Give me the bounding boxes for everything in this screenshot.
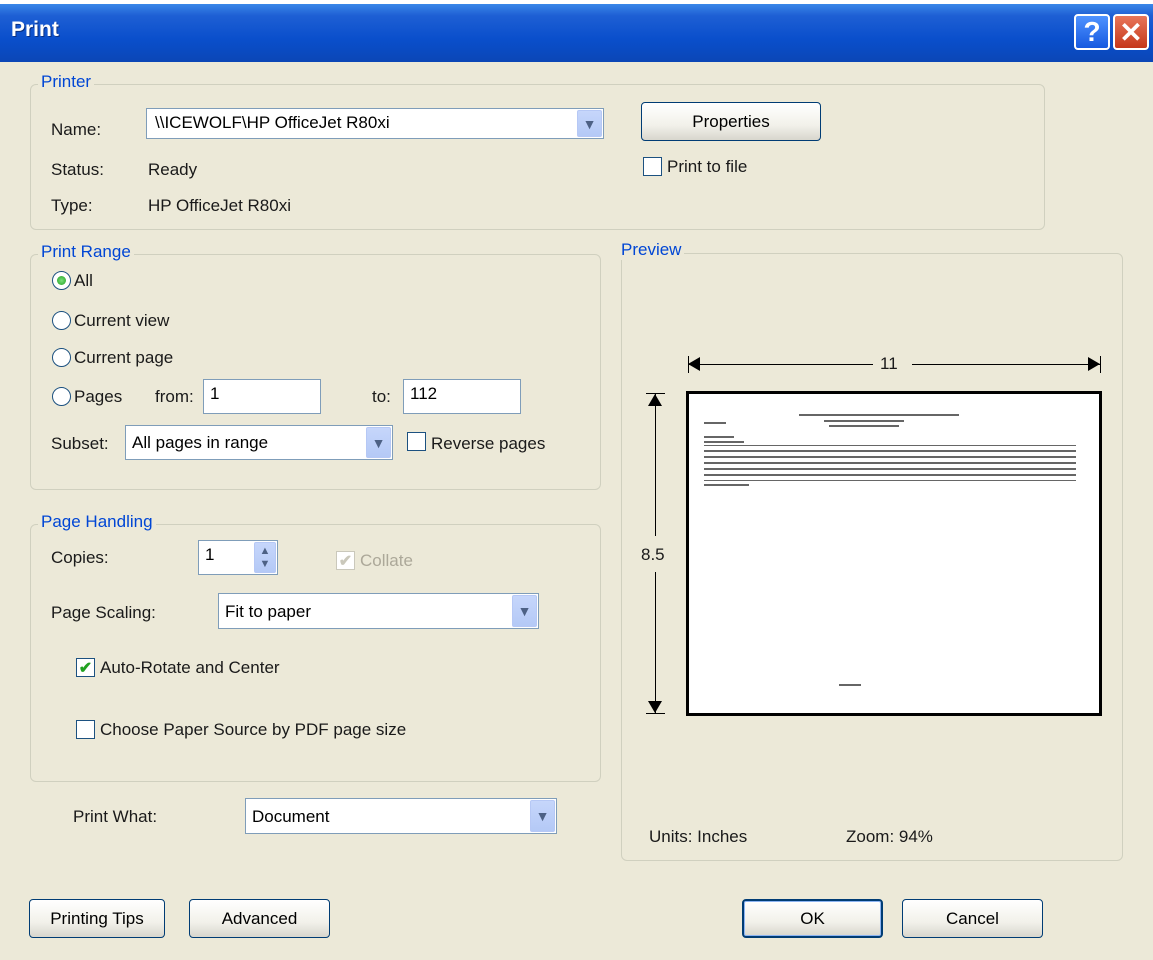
print-what-value: Document [252, 807, 330, 826]
radio-current-view[interactable] [52, 311, 71, 330]
name-label: Name: [51, 120, 102, 139]
page-scaling-label: Page Scaling: [51, 603, 156, 622]
subset-label: Subset: [51, 434, 109, 453]
advanced-button[interactable]: Advanced [189, 899, 330, 938]
radio-current-page[interactable] [52, 348, 71, 367]
help-button[interactable]: ? [1074, 14, 1110, 50]
page-scaling-value: Fit to paper [225, 602, 311, 621]
question-icon: ? [1083, 16, 1101, 47]
close-button[interactable]: ✕ [1113, 14, 1149, 50]
subset-combo[interactable]: All pages in range ▼ [125, 425, 393, 460]
print-what-combo[interactable]: Document ▼ [245, 798, 557, 834]
reverse-pages-checkbox[interactable] [407, 432, 426, 451]
printer-name-value: \\ICEWOLF\HP OfficeJet R80xi [155, 113, 390, 132]
arrow-up-icon [648, 394, 662, 406]
print-what-label: Print What: [73, 807, 158, 826]
title-bar[interactable] [0, 4, 1153, 62]
type-label: Type: [51, 196, 93, 215]
paper-source-checkbox[interactable] [76, 720, 95, 739]
width-dimension-line-right [912, 364, 1100, 365]
units-label: Units: Inches [649, 827, 748, 846]
preview-page-content [704, 414, 1076, 686]
ok-button[interactable]: OK [742, 899, 883, 938]
status-value: Ready [148, 160, 198, 179]
radio-current-page-label[interactable]: Current page [74, 348, 173, 368]
arrow-down-icon [648, 701, 662, 713]
subset-value: All pages in range [132, 433, 269, 452]
chevron-down-icon[interactable]: ▼ [577, 110, 602, 137]
copies-label: Copies: [51, 548, 109, 567]
auto-rotate-checkbox[interactable]: ✔ [76, 658, 95, 677]
printing-tips-button[interactable]: Printing Tips [29, 899, 165, 938]
width-dimension-tick-right [1100, 356, 1101, 373]
to-label: to: [372, 387, 391, 406]
reverse-pages-label[interactable]: Reverse pages [431, 434, 545, 454]
radio-current-view-label[interactable]: Current view [74, 311, 169, 331]
chevron-down-icon[interactable]: ▼ [366, 427, 391, 458]
height-dimension-line-top [655, 394, 656, 536]
radio-pages-label[interactable]: Pages [74, 387, 122, 407]
zoom-label: Zoom: 94% [846, 827, 933, 846]
printer-legend: Printer [38, 72, 95, 92]
page-handling-group [30, 524, 601, 782]
height-dimension-tick-bottom [646, 713, 665, 714]
dialog-title: Print [11, 18, 59, 41]
from-label: from: [155, 387, 194, 406]
width-dimension-line-left [688, 364, 873, 365]
arrow-left-icon [688, 357, 700, 371]
page-handling-legend: Page Handling [38, 512, 156, 532]
paper-source-label[interactable]: Choose Paper Source by PDF page size [100, 720, 406, 740]
copies-value: 1 [205, 545, 215, 564]
spinner-arrows-icon[interactable]: ▲ ▼ [254, 542, 276, 573]
pages-from-input[interactable]: 1 [203, 379, 321, 414]
print-to-file-label[interactable]: Print to file [667, 157, 747, 177]
arrow-right-icon [1088, 357, 1100, 371]
preview-legend: Preview [618, 240, 685, 260]
properties-button[interactable]: Properties [641, 102, 821, 141]
printer-name-combo[interactable]: \\ICEWOLF\HP OfficeJet R80xi ▼ [146, 108, 604, 139]
page-scaling-combo[interactable]: Fit to paper ▼ [218, 593, 539, 629]
collate-checkbox: ✔ [336, 551, 355, 570]
copies-spinner[interactable]: 1 ▲ ▼ [198, 540, 278, 575]
page-preview [686, 391, 1102, 716]
chevron-down-icon[interactable]: ▼ [530, 800, 555, 832]
close-icon: ✕ [1119, 16, 1143, 48]
pages-to-input[interactable]: 112 [403, 379, 521, 414]
auto-rotate-label[interactable]: Auto-Rotate and Center [100, 658, 280, 678]
status-label: Status: [51, 160, 104, 179]
collate-label: Collate [360, 551, 413, 570]
type-value: HP OfficeJet R80xi [148, 196, 291, 215]
pages-to-value: 112 [410, 384, 438, 403]
width-dimension-label: 11 [880, 354, 898, 373]
height-dimension-line-bottom [655, 572, 656, 714]
pages-from-value: 1 [210, 384, 220, 403]
radio-all-label[interactable]: All [74, 271, 93, 291]
radio-all[interactable] [52, 271, 71, 290]
cancel-button[interactable]: Cancel [902, 899, 1043, 938]
height-dimension-label: 8.5 [641, 545, 665, 564]
print-range-legend: Print Range [38, 242, 134, 262]
print-to-file-checkbox[interactable] [643, 157, 662, 176]
chevron-down-icon[interactable]: ▼ [512, 595, 537, 627]
radio-pages[interactable] [52, 387, 71, 406]
